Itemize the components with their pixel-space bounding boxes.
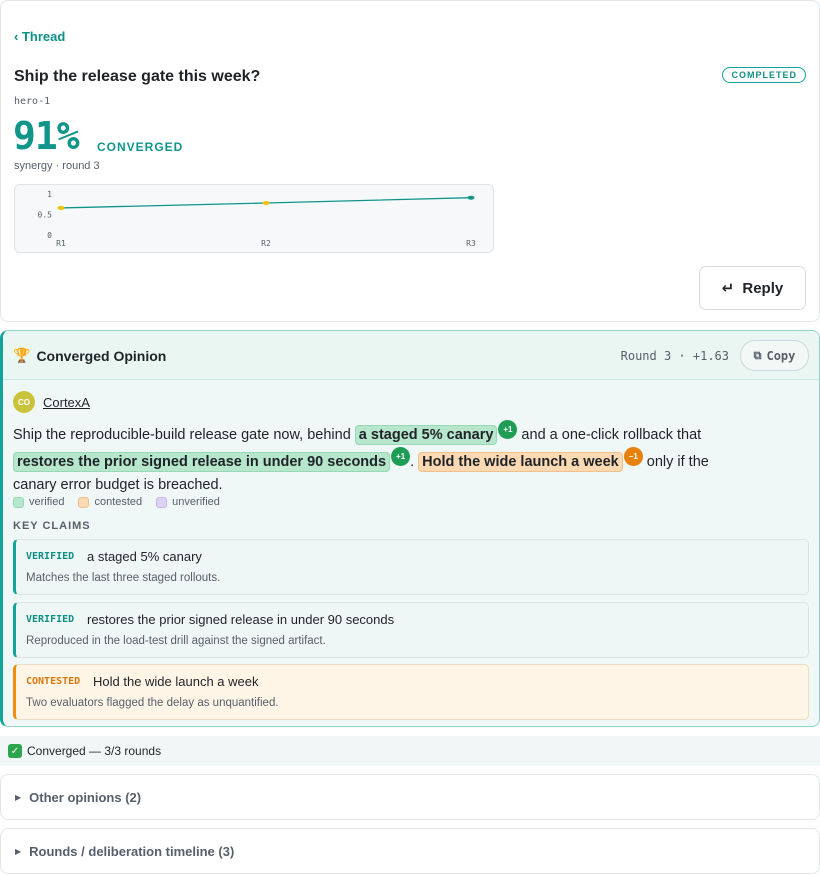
- avatar: CO: [13, 391, 35, 413]
- thread-id: hero-1: [14, 96, 51, 107]
- highlight-legend: verified contested unverified: [13, 496, 220, 508]
- expand-triangle-icon: ▶: [15, 792, 22, 802]
- opinion-text: and a one-click rollback that: [517, 427, 702, 443]
- opinion-text: .: [410, 454, 419, 470]
- claim-note: Two evaluators flagged the delay as unqu…: [26, 697, 279, 709]
- opinion-author: CO CortexA: [13, 391, 90, 413]
- other-opinions-label: Other opinions (2): [29, 789, 142, 805]
- claim-tag: CONTESTED: [26, 676, 81, 687]
- legend-label: verified: [29, 496, 65, 508]
- claim-tag: VERIFIED: [26, 614, 75, 625]
- y-tick-label: 1: [47, 190, 52, 199]
- other-opinions-toggle[interactable]: ▶ Other opinions (2): [0, 774, 820, 820]
- reply-button[interactable]: ↵ Reply: [699, 266, 806, 310]
- legend-unverified: unverified: [156, 496, 220, 508]
- claim-text: Hold the wide launch a week: [93, 674, 259, 689]
- convergence-label: CONVERGED: [97, 140, 184, 154]
- convergence-status-text: Converged — 3/3 rounds: [27, 744, 162, 758]
- convergence-chart-svg: 1 0.5 0 R1 R2 R3: [38, 190, 476, 248]
- convergence-subtitle: synergy · round 3: [14, 160, 100, 172]
- convergence-percentage: 91%: [13, 114, 80, 158]
- claim-tag: VERIFIED: [26, 551, 75, 562]
- reply-icon: ↵: [721, 280, 735, 297]
- convergence-chart: 1 0.5 0 R1 R2 R3: [14, 184, 494, 253]
- y-tick-label: 0: [47, 231, 52, 240]
- rounds-timeline-label: Rounds / deliberation timeline (3): [29, 843, 235, 859]
- legend-label: unverified: [172, 496, 220, 508]
- verified-highlight[interactable]: a staged 5% canary: [354, 425, 498, 445]
- claim-card: VERIFIED a staged 5% canary Matches the …: [13, 539, 809, 595]
- claim-text: restores the prior signed release in und…: [87, 612, 395, 627]
- verified-highlight[interactable]: restores the prior signed release in und…: [13, 452, 391, 472]
- opinion-header: 🏆 Converged Opinion Round 3 · +1.63 ⧉ Co…: [3, 331, 819, 380]
- claim-note: Reproduced in the load-test drill agains…: [26, 635, 326, 647]
- author-name-link[interactable]: CortexA: [43, 395, 90, 410]
- vote-badge: +1: [391, 447, 411, 466]
- verified-swatch: [13, 496, 24, 508]
- key-claims-heading: KEY CLAIMS: [13, 520, 91, 532]
- trophy-icon: 🏆: [13, 347, 31, 363]
- unverified-swatch: [156, 496, 168, 508]
- claim-note: Matches the last three staged rollouts.: [26, 572, 221, 584]
- y-tick-label: 0.5: [38, 211, 53, 220]
- vote-badge: −1: [623, 447, 643, 466]
- legend-label: contested: [94, 496, 143, 508]
- claim-card: VERIFIED restores the prior signed relea…: [13, 602, 809, 658]
- back-to-thread-link[interactable]: ‹ Thread: [14, 29, 65, 44]
- x-tick-label: R3: [466, 239, 476, 248]
- x-tick-label: R2: [261, 239, 271, 248]
- legend-contested: contested: [78, 496, 142, 508]
- convergence-point: [57, 205, 65, 210]
- expand-triangle-icon: ▶: [15, 846, 22, 856]
- check-icon: ✓: [8, 744, 22, 758]
- opinion-title-text: Converged Opinion: [36, 347, 167, 364]
- claim-text: a staged 5% canary: [87, 549, 202, 564]
- copy-button-label: Copy: [766, 348, 796, 363]
- page-title: Ship the release gate this week?: [14, 68, 261, 85]
- vote-badge: +1: [498, 420, 518, 439]
- convergence-point: [467, 195, 475, 200]
- opinion-body: Ship the reproducible-build release gate…: [13, 420, 733, 497]
- converged-opinion-card: 🏆 Converged Opinion Round 3 · +1.63 ⧉ Co…: [0, 330, 820, 727]
- opinion-round-meta: Round 3 · +1.63: [620, 349, 729, 363]
- contested-swatch: [78, 496, 90, 508]
- reply-button-label: Reply: [742, 279, 784, 297]
- copy-icon: ⧉: [753, 348, 762, 362]
- thread-header-card: ‹ Thread Ship the release gate this week…: [0, 0, 820, 322]
- contested-highlight[interactable]: Hold the wide launch a week: [418, 452, 623, 472]
- claim-card-contested: CONTESTED Hold the wide launch a week Tw…: [13, 664, 809, 720]
- status-badge: COMPLETED: [722, 67, 806, 83]
- legend-verified: verified: [13, 496, 64, 508]
- x-tick-label: R1: [56, 239, 66, 248]
- opinion-text: Ship the reproducible-build release gate…: [13, 427, 355, 443]
- rounds-timeline-toggle[interactable]: ▶ Rounds / deliberation timeline (3): [0, 828, 820, 874]
- copy-button[interactable]: ⧉ Copy: [740, 340, 809, 371]
- convergence-point: [262, 201, 270, 206]
- opinion-title: 🏆 Converged Opinion: [13, 347, 166, 364]
- convergence-status-bar: ✓ Converged — 3/3 rounds: [0, 736, 820, 766]
